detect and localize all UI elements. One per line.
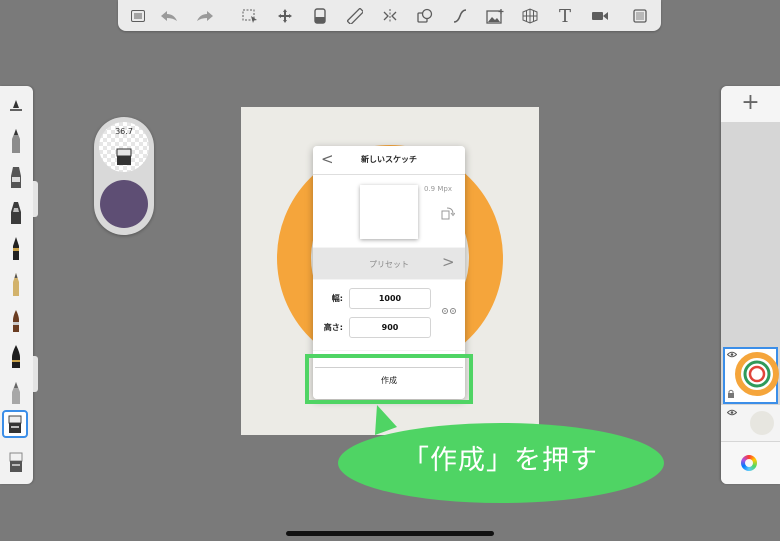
- image-icon[interactable]: [483, 4, 507, 28]
- fullscreen-icon[interactable]: [628, 4, 652, 28]
- brush-settings-icon[interactable]: [4, 92, 28, 120]
- layers-panel: +: [721, 86, 780, 484]
- layer-2[interactable]: [721, 405, 780, 441]
- add-layer-button[interactable]: +: [721, 86, 780, 122]
- current-color-swatch[interactable]: [100, 180, 148, 228]
- create-button-highlight: [305, 354, 473, 404]
- symmetry-icon[interactable]: [378, 4, 402, 28]
- brush-puck[interactable]: 36.7: [94, 117, 154, 235]
- width-input[interactable]: 1000: [349, 288, 431, 309]
- list-icon[interactable]: [126, 4, 150, 28]
- chevron-right-icon: >: [442, 253, 455, 271]
- color-editor-area: [721, 442, 780, 484]
- callout-text: 「作成」を押す: [402, 445, 598, 476]
- eraser-preview-icon: [116, 148, 132, 165]
- layer-2-thumbnail: [750, 411, 774, 435]
- brush-size-control[interactable]: 36.7: [99, 122, 149, 172]
- ink-pen-brush-icon[interactable]: [4, 234, 28, 262]
- size-fields: 幅: 1000 高さ: 900: [313, 280, 465, 350]
- brush-pen-icon[interactable]: [4, 342, 28, 370]
- soft-eraser-brush-icon[interactable]: [4, 448, 28, 476]
- layer-1-thumbnail: [735, 352, 779, 396]
- fill-icon[interactable]: [308, 4, 332, 28]
- text-icon[interactable]: T: [553, 4, 577, 28]
- marker-brush-icon[interactable]: [4, 162, 28, 190]
- top-toolbar: T: [118, 0, 661, 31]
- aspect-link-icon[interactable]: [441, 306, 457, 316]
- transform-icon[interactable]: [273, 4, 297, 28]
- eye-icon[interactable]: [727, 409, 737, 416]
- width-label: 幅:: [331, 294, 343, 303]
- redo-icon[interactable]: [193, 4, 217, 28]
- brush-bar-handle-top[interactable]: [33, 181, 38, 217]
- video-icon[interactable]: [588, 4, 612, 28]
- rotate-orientation-icon[interactable]: [441, 206, 455, 220]
- perspective-icon[interactable]: [518, 4, 542, 28]
- eraser-brush-selected-icon[interactable]: [2, 410, 28, 438]
- brush-bar-handle-bottom[interactable]: [33, 356, 38, 392]
- pencil-brush-icon[interactable]: [4, 126, 28, 154]
- brush-palette: [0, 86, 33, 484]
- copy-shapes-icon[interactable]: [413, 4, 437, 28]
- brush-size-label: 36.7: [115, 127, 133, 136]
- felt-pen-brush-icon[interactable]: [4, 198, 28, 226]
- canvas-preview-area: 0.9 Mpx: [313, 175, 465, 247]
- smudge-brush-icon[interactable]: [4, 378, 28, 406]
- undo-icon[interactable]: [157, 4, 181, 28]
- ruler-icon[interactable]: [343, 4, 367, 28]
- layer-1-selected[interactable]: [723, 347, 779, 404]
- height-label: 高さ:: [323, 323, 343, 332]
- megapixel-label: 0.9 Mpx: [424, 185, 452, 193]
- select-icon[interactable]: [238, 4, 262, 28]
- layer-lock-icon[interactable]: [727, 389, 735, 399]
- color-wheel-icon[interactable]: [741, 455, 757, 471]
- canvas-preview: [360, 185, 418, 239]
- preset-row[interactable]: プリセット >: [313, 248, 465, 279]
- dialog-header: < 新しいスケッチ: [313, 146, 465, 175]
- airbrush-icon[interactable]: [4, 270, 28, 298]
- paint-brush-icon[interactable]: [4, 306, 28, 334]
- dialog-title: 新しいスケッチ: [361, 155, 417, 164]
- height-input[interactable]: 900: [349, 317, 431, 338]
- curve-icon[interactable]: [448, 4, 472, 28]
- home-indicator[interactable]: [286, 531, 494, 536]
